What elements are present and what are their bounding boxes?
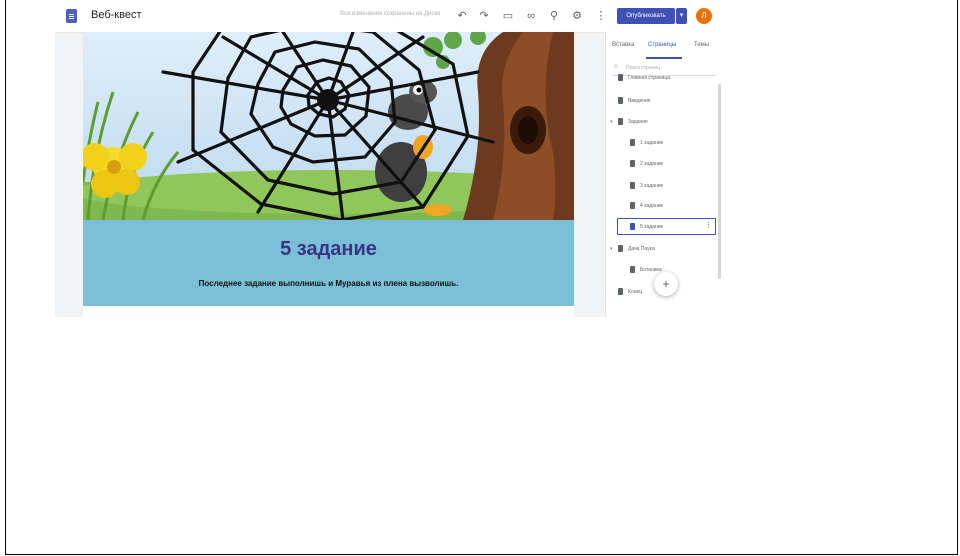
tab-pages[interactable]: Страницы	[648, 42, 676, 48]
chevron-down-icon[interactable]: ▾	[610, 116, 613, 128]
title-section[interactable]: 5 задание Последнее задание выполнишь и …	[83, 220, 574, 306]
page-icon	[618, 288, 623, 296]
page-canvas: 5 задание Последнее задание выполнишь и …	[83, 32, 574, 317]
gear-icon[interactable]: ⚙	[569, 8, 585, 24]
filter-icon: ≡	[614, 64, 618, 70]
tree-item-label: 3 задание	[640, 183, 664, 189]
right-panel: Вставка Страницы Темы ≡ Поиск страниц Гл…	[605, 32, 721, 317]
top-bar: Веб-квест Все изменения сохранены на Дис…	[55, 0, 721, 33]
publish-button[interactable]: Опубликовать	[617, 8, 675, 24]
tree-item-spider-house[interactable]: ▾ Дача Паука	[610, 243, 655, 255]
tab-themes[interactable]: Темы	[694, 42, 709, 48]
tree-item-label: Главная страница	[628, 75, 670, 81]
publish-dropdown-button[interactable]: ▾	[676, 8, 687, 24]
scrollbar[interactable]	[718, 84, 721, 279]
avatar[interactable]: Л	[696, 8, 712, 24]
screenshot: Веб-квест Все изменения сохранены на Дис…	[55, 0, 721, 317]
add-person-icon[interactable]: ⚲	[546, 8, 562, 24]
page-icon	[630, 139, 635, 147]
page-subtext[interactable]: Последнее задание выполнишь и Муравья из…	[83, 279, 574, 288]
tree-item-task[interactable]: ▾ Задание	[610, 116, 648, 128]
page-heading[interactable]: 5 задание	[83, 238, 574, 261]
tree-item-label: 2 задание	[640, 161, 664, 167]
page-icon	[630, 223, 635, 231]
more-vert-icon[interactable]: ⋮	[593, 8, 609, 24]
sites-logo-icon[interactable]	[66, 9, 77, 23]
tree-item-task-2[interactable]: 2 задание	[630, 158, 663, 170]
tree-item-task-4[interactable]: 4 задание	[630, 200, 663, 212]
add-page-button[interactable]: +	[654, 272, 678, 296]
tree-item-end[interactable]: Конец	[618, 286, 642, 298]
tree-item-task-1[interactable]: 1 задание	[630, 137, 663, 149]
redo-icon[interactable]: ↷	[476, 8, 492, 24]
tree-item-task-3[interactable]: 3 задание	[630, 180, 663, 192]
page-icon	[630, 160, 635, 168]
tree-item-task-5[interactable]: 5 задание	[630, 221, 663, 233]
chevron-down-icon[interactable]: ▾	[610, 243, 613, 255]
tree-item-label: Задание	[628, 119, 648, 125]
tree-item-label: Дача Паука	[628, 246, 655, 252]
spider-web-illustration	[83, 32, 574, 220]
tree-item-label: Введение	[628, 98, 651, 104]
tree-item-label: Ботаника	[640, 267, 662, 273]
undo-icon[interactable]: ↶	[454, 8, 470, 24]
preview-icon[interactable]: ▭	[500, 8, 516, 24]
page-icon	[618, 97, 623, 105]
search-placeholder: Поиск страниц	[626, 65, 661, 71]
tree-item-intro[interactable]: Введение	[618, 95, 651, 107]
page-icon	[618, 245, 623, 253]
header-image[interactable]	[83, 32, 574, 220]
tree-item-label: 5 задание	[640, 224, 664, 230]
active-tab-indicator	[646, 57, 682, 59]
tree-item-label: 1 задание	[640, 140, 664, 146]
site-title[interactable]: Веб-квест	[91, 9, 141, 21]
tree-item-label: 4 задание	[640, 203, 664, 209]
page-icon	[618, 118, 623, 126]
tree-item-home[interactable]: Главная страница	[618, 72, 670, 84]
more-vert-icon[interactable]: ⋮	[705, 221, 712, 229]
tab-insert[interactable]: Вставка	[612, 42, 634, 48]
tree-item-label: Конец	[628, 289, 643, 295]
page-icon	[630, 266, 635, 274]
home-icon	[618, 74, 623, 82]
save-status: Все изменения сохранены на Диске	[340, 11, 441, 17]
page-icon	[630, 182, 635, 190]
link-icon[interactable]: ∞	[523, 8, 539, 24]
page-icon	[630, 202, 635, 210]
